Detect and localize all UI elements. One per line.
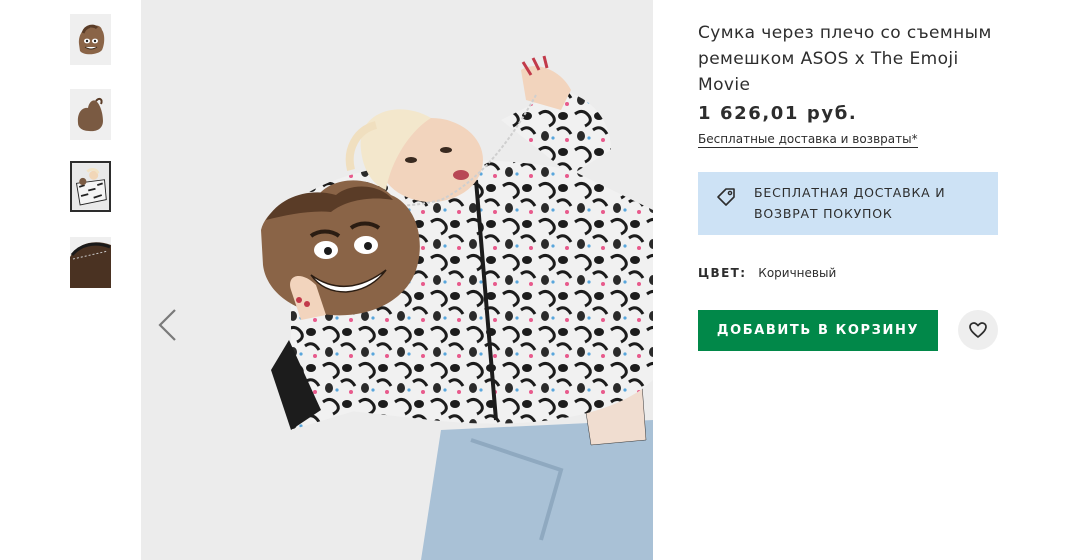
color-value: Коричневый: [758, 266, 837, 280]
free-delivery-link-text: Бесплатные доставка и возвраты: [698, 132, 912, 146]
price-tag-icon: [717, 188, 735, 206]
product-price: 1 626,01 руб.: [698, 103, 858, 124]
chevron-left-icon: [158, 309, 176, 341]
main-product-image: [141, 0, 653, 560]
add-to-cart-button[interactable]: ДОБАВИТЬ В КОРЗИНУ: [698, 310, 938, 351]
thumbnail-4[interactable]: [70, 237, 111, 288]
save-for-later-button[interactable]: [958, 310, 998, 350]
color-label: ЦВЕТ:: [698, 266, 747, 280]
product-title: Сумка через плечо со съемным ремешком AS…: [698, 23, 992, 95]
bag-front-thumbnail-icon: [70, 14, 111, 65]
product-page: Сумка через плечо со съемным ремешком AS…: [0, 0, 1083, 560]
color-row: ЦВЕТ: Коричневый: [698, 266, 836, 280]
thumbnail-1[interactable]: [70, 14, 111, 65]
bag-detail-thumbnail-icon: [70, 237, 111, 288]
thumbnail-2[interactable]: [70, 89, 111, 140]
model-with-emoji-bag-image: [141, 0, 653, 560]
thumbnail-3[interactable]: [70, 161, 111, 212]
previous-image-button[interactable]: [155, 307, 179, 343]
free-delivery-banner-text: БЕСПЛАТНАЯ ДОСТАВКА И ВОЗВРАТ ПОКУПОК: [754, 185, 946, 221]
free-delivery-link[interactable]: Бесплатные доставка и возвраты*: [698, 132, 918, 148]
footnote-marker: *: [911, 132, 918, 146]
heart-icon: [969, 322, 987, 338]
model-thumbnail-icon: [72, 163, 109, 210]
free-delivery-banner: БЕСПЛАТНАЯ ДОСТАВКА И ВОЗВРАТ ПОКУПОК: [698, 172, 998, 235]
bag-back-thumbnail-icon: [70, 89, 111, 140]
